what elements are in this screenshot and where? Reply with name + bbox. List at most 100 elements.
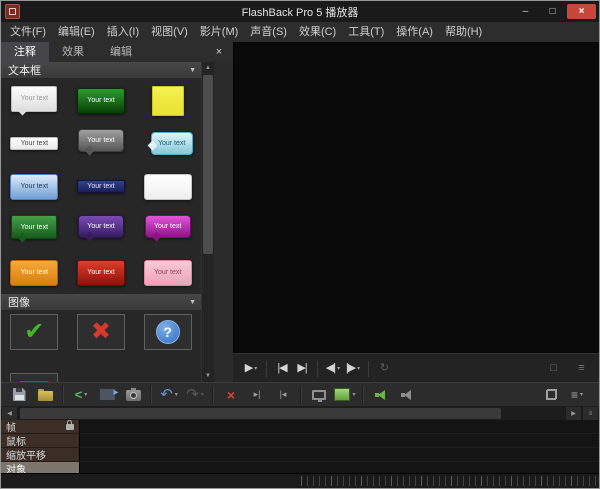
sound-button[interactable] bbox=[369, 385, 393, 405]
select-end-button[interactable]: |◂ bbox=[271, 385, 295, 405]
image-icon-cross-mark[interactable]: ✖ bbox=[77, 314, 125, 350]
select-start-button[interactable]: ▸| bbox=[245, 385, 269, 405]
snapshot-button[interactable] bbox=[121, 385, 145, 405]
save-button[interactable] bbox=[7, 385, 31, 405]
frames-ruler[interactable] bbox=[1, 473, 599, 488]
track-label-mouse[interactable]: 鼠标 bbox=[1, 434, 79, 448]
tab-annotations[interactable]: 注释 bbox=[1, 42, 49, 62]
textbox-navy-strip[interactable]: Your text bbox=[68, 165, 135, 208]
track-label-zoom-pan[interactable]: 缩放平移 bbox=[1, 448, 79, 462]
jump-start-button[interactable]: |◀ bbox=[272, 358, 292, 380]
close-button[interactable]: × bbox=[567, 4, 596, 19]
share-icon: < bbox=[75, 388, 83, 401]
section-textbox-header[interactable]: 文本框 ▼ bbox=[1, 62, 201, 79]
dropdown-arrow-icon[interactable]: ▾ bbox=[357, 365, 360, 372]
redo-button[interactable]: ↷▾ bbox=[183, 385, 207, 405]
textbox-green-gradient-box[interactable]: Your text bbox=[68, 79, 135, 122]
textbox-yellow-sticky-note[interactable] bbox=[134, 79, 201, 122]
delete-button[interactable]: × bbox=[219, 385, 243, 405]
textbox-red-box[interactable]: Your text bbox=[68, 251, 135, 294]
textbox-white-rounded-box[interactable] bbox=[134, 165, 201, 208]
bubble-tail bbox=[85, 146, 95, 156]
textbox-label: Your text bbox=[87, 183, 114, 190]
menu-item-tools[interactable]: 工具(T) bbox=[342, 22, 390, 42]
panel-scrollbar-thumb[interactable] bbox=[203, 75, 213, 254]
separator bbox=[62, 386, 64, 403]
dropdown-arrow-icon[interactable]: ▾ bbox=[175, 391, 178, 398]
track-lane-mouse[interactable] bbox=[80, 434, 599, 448]
menu-item-help[interactable]: 帮助(H) bbox=[439, 22, 488, 42]
player-menu-button[interactable]: ≡ bbox=[571, 358, 591, 380]
frame-tick-marks bbox=[301, 476, 599, 486]
dropdown-arrow-icon[interactable]: ▾ bbox=[254, 365, 257, 372]
timeline-menu-icon[interactable]: ≡ bbox=[582, 407, 599, 420]
dropdown-arrow-icon[interactable]: ▾ bbox=[352, 391, 355, 398]
video-preview-area[interactable] bbox=[233, 42, 599, 353]
insert-image-button[interactable]: ▾ bbox=[333, 385, 357, 405]
textbox-teal-speech-bubble[interactable]: Your text bbox=[134, 122, 201, 165]
share-button[interactable]: <▾ bbox=[69, 385, 93, 405]
textbox-blue-gradient-box[interactable]: Your text bbox=[1, 165, 68, 208]
timeline-scrollbar[interactable]: ◀ ▶ ≡ bbox=[1, 407, 599, 421]
title-bar[interactable]: FlashBack Pro 5 播放器 –□× bbox=[1, 1, 599, 22]
play-button[interactable]: ▶▾ bbox=[241, 358, 261, 380]
menu-item-effects[interactable]: 效果(C) bbox=[293, 22, 342, 42]
scroll-down-icon[interactable]: ▼ bbox=[202, 370, 214, 382]
textbox-white-note[interactable]: Your text bbox=[1, 79, 68, 122]
step-back-button[interactable]: ◀|▾ bbox=[323, 358, 343, 380]
track-lane-zoom-pan[interactable] bbox=[80, 448, 599, 462]
textbox-white-strip[interactable]: Your text bbox=[1, 122, 68, 165]
export-movie-button[interactable] bbox=[95, 385, 119, 405]
menu-item-insert[interactable]: 插入(I) bbox=[101, 22, 145, 42]
jump-end-button[interactable]: ▶| bbox=[292, 358, 312, 380]
menu-item-edit[interactable]: 编辑(E) bbox=[52, 22, 101, 42]
crop-button[interactable] bbox=[539, 385, 563, 405]
track-area[interactable] bbox=[79, 420, 599, 475]
frame-view-button[interactable] bbox=[307, 385, 331, 405]
image-icon-red-outline-rect[interactable] bbox=[10, 373, 58, 382]
dropdown-arrow-icon[interactable]: ▾ bbox=[201, 391, 204, 398]
maximize-button[interactable]: □ bbox=[540, 4, 565, 19]
dropdown-arrow-icon[interactable]: ▾ bbox=[337, 365, 340, 372]
timeline-scroll-thumb[interactable] bbox=[20, 408, 501, 419]
mute-button[interactable] bbox=[395, 385, 419, 405]
image-icon-check-mark[interactable]: ✔ bbox=[10, 314, 58, 350]
undo-icon: ↶ bbox=[160, 387, 173, 402]
separator bbox=[317, 361, 318, 377]
track-label-frames[interactable]: 帧 bbox=[1, 420, 79, 434]
tab-effects[interactable]: 效果 bbox=[49, 42, 97, 62]
menu-item-movie[interactable]: 影片(M) bbox=[194, 22, 245, 42]
section-image-header[interactable]: 图像 ▼ bbox=[1, 294, 201, 311]
textbox-label: Your text bbox=[158, 140, 185, 147]
open-button[interactable] bbox=[33, 385, 57, 405]
collapse-icon[interactable]: ▼ bbox=[189, 299, 196, 306]
tab-edit[interactable]: 编辑 bbox=[97, 42, 145, 62]
scroll-right-icon[interactable]: ▶ bbox=[565, 407, 582, 420]
menu-item-view[interactable]: 视图(V) bbox=[145, 22, 194, 42]
replay-button[interactable]: ↻ bbox=[374, 358, 394, 380]
step-forward-button[interactable]: |▶▾ bbox=[343, 358, 363, 380]
timeline-scroll-track[interactable] bbox=[18, 407, 565, 420]
menu-item-sound[interactable]: 声音(S) bbox=[244, 22, 293, 42]
more-options-button[interactable]: ≡▾ bbox=[565, 385, 589, 405]
scroll-up-icon[interactable]: ▲ bbox=[202, 62, 214, 74]
dropdown-arrow-icon[interactable]: ▾ bbox=[580, 391, 583, 398]
textbox-green-callout[interactable]: Your text bbox=[1, 208, 68, 251]
textbox-gray-speech-bubble[interactable]: Your text bbox=[68, 122, 135, 165]
textbox-pink-rounded-box[interactable]: Your text bbox=[134, 251, 201, 294]
textbox-magenta-speech-bubble[interactable]: Your text bbox=[134, 208, 201, 251]
menu-item-actions[interactable]: 操作(A) bbox=[390, 22, 439, 42]
fit-view-button[interactable]: □ bbox=[543, 358, 563, 380]
undo-button[interactable]: ↶▾ bbox=[157, 385, 181, 405]
textbox-purple-speech-bubble[interactable]: Your text bbox=[68, 208, 135, 251]
panel-close-button[interactable]: × bbox=[211, 44, 227, 60]
dropdown-arrow-icon[interactable]: ▾ bbox=[84, 391, 87, 398]
textbox-orange-rounded-box[interactable]: Your text bbox=[1, 251, 68, 294]
minimize-button[interactable]: – bbox=[513, 4, 538, 19]
menu-item-file[interactable]: 文件(F) bbox=[4, 22, 52, 42]
panel-content: 文本框 ▼ Your textYour textYour textYour te… bbox=[1, 62, 201, 382]
collapse-icon[interactable]: ▼ bbox=[189, 67, 196, 74]
panel-scrollbar[interactable]: ▲ ▼ bbox=[201, 62, 215, 382]
image-icon-question-mark[interactable]: ? bbox=[144, 314, 192, 350]
track-lane-frames[interactable] bbox=[80, 420, 599, 434]
